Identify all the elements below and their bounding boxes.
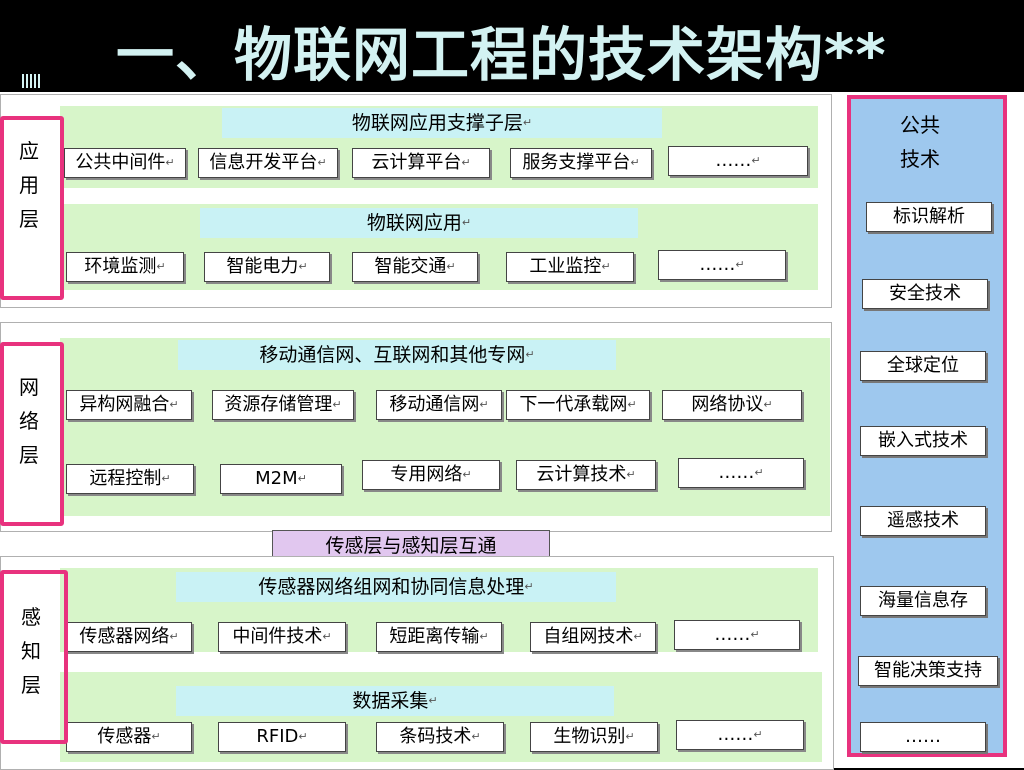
network-item-6: 远程控制: [66, 464, 194, 494]
common-tech-item-7: 智能决策支持: [858, 656, 998, 686]
app-item-3: 智能交通: [352, 252, 478, 282]
sensor-net-heading: 传感器网络组网和协同信息处理: [176, 572, 616, 602]
network-item-7: M2M: [220, 464, 342, 494]
sensor-item-4: 自组网技术: [530, 622, 656, 652]
app-item-2: 智能电力: [204, 252, 330, 282]
apps-heading: 物联网应用: [200, 208, 638, 238]
collection-item-1: 传感器: [66, 722, 192, 752]
common-tech-item-5: 遥感技术: [860, 506, 986, 536]
page-title: 一、物联网工程的技术架构**: [116, 21, 887, 89]
sensor-item-1: 传感器网络: [66, 622, 192, 652]
collection-heading: 数据采集: [176, 686, 614, 716]
common-tech-item-3: 全球定位: [860, 351, 986, 381]
network-layer-char-2: 络: [19, 409, 39, 433]
collection-item-3: 条码技术: [376, 722, 504, 752]
network-layer-char-3: 层: [19, 443, 39, 467]
network-layer-label: 网 络 层: [16, 370, 42, 472]
app-item-1: 环境监测: [66, 252, 184, 282]
title-bar: 一、物联网工程的技术架构**: [0, 0, 1024, 92]
network-heading: 移动通信网、互联网和其他专网: [178, 340, 616, 370]
common-tech-heading: 公共 技术: [880, 108, 960, 176]
support-item-1: 公共中间件: [64, 148, 186, 178]
network-item-3: 移动通信网: [376, 390, 502, 420]
network-item-9: 云计算技术: [516, 460, 656, 490]
network-item-8: 专用网络: [362, 460, 500, 490]
common-tech-item-1: 标识解析: [866, 202, 992, 232]
support-item-4: 服务支撑平台: [510, 148, 652, 178]
application-layer-char-2: 用: [19, 173, 39, 197]
app-item-5: ……: [658, 250, 786, 280]
support-item-5: ……: [668, 146, 808, 176]
title-decoration: [22, 74, 42, 88]
network-item-2: 资源存储管理: [212, 390, 354, 420]
network-item-5: 网络协议: [662, 390, 802, 420]
common-tech-item-2: 安全技术: [862, 279, 988, 309]
perception-layer-char-3: 层: [21, 673, 41, 697]
collection-item-2: RFID: [218, 722, 346, 752]
common-tech-heading-line-2: 技术: [900, 147, 940, 171]
sensor-item-2: 中间件技术: [218, 622, 346, 652]
network-item-10: ……: [678, 458, 804, 488]
network-layer-char-1: 网: [19, 375, 39, 399]
sensor-item-3: 短距离传输: [376, 622, 502, 652]
perception-layer-char-2: 知: [21, 639, 41, 663]
common-tech-item-8: ……: [860, 722, 986, 752]
support-item-3: 云计算平台: [352, 148, 490, 178]
collection-item-4: 生物识别: [530, 722, 658, 752]
support-sublayer-heading: 物联网应用支撑子层: [222, 108, 662, 138]
perception-layer-char-1: 感: [21, 605, 41, 629]
perception-layer-label: 感 知 层: [18, 600, 44, 702]
application-layer-char-1: 应: [19, 139, 39, 163]
app-item-4: 工业监控: [506, 252, 634, 282]
collection-item-5: ……: [676, 720, 804, 750]
support-item-2: 信息开发平台: [198, 148, 338, 178]
sensor-item-5: ……: [674, 620, 800, 650]
network-item-4: 下一代承载网: [506, 390, 650, 420]
application-layer-char-3: 层: [19, 207, 39, 231]
common-tech-heading-line-1: 公共: [900, 113, 940, 137]
common-tech-item-6: 海量信息存: [860, 586, 986, 616]
network-item-1: 异构网融合: [66, 390, 192, 420]
application-layer-label: 应 用 层: [16, 134, 42, 236]
common-tech-item-4: 嵌入式技术: [860, 426, 986, 456]
